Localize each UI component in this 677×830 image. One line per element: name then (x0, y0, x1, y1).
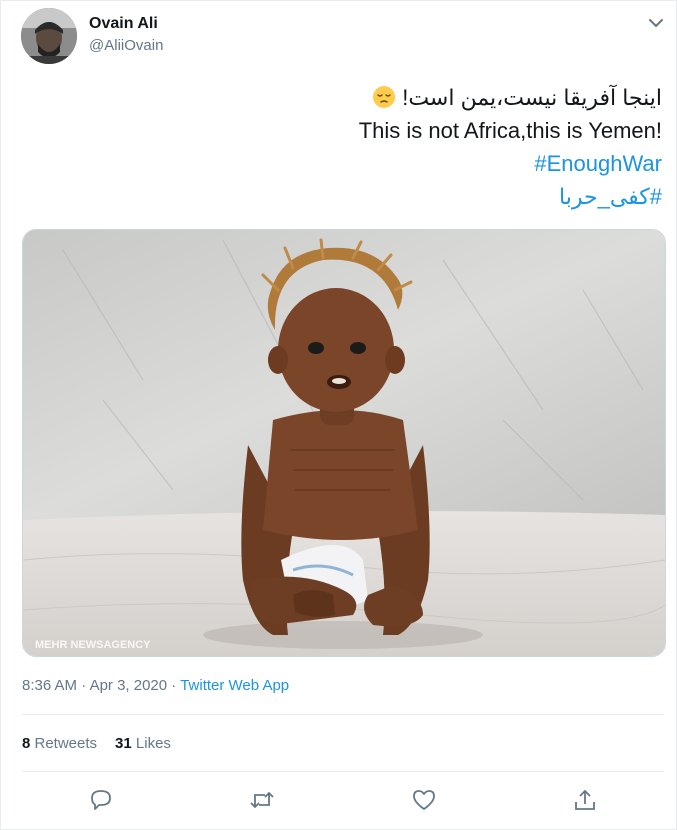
likes-count: 31 (115, 735, 132, 752)
hashtag-enoughwar[interactable]: #EnoughWar (359, 147, 662, 180)
tweet-source-link[interactable]: Twitter Web App (180, 677, 289, 694)
meta-separator-2: · (167, 677, 181, 694)
avatar[interactable] (21, 8, 77, 64)
tweet-photo[interactable]: MEHR NEWSAGENCY (22, 229, 666, 657)
tweet-line-persian-text: اینجا آفریقا نیست،یمن است! (402, 85, 662, 110)
divider-bottom (22, 771, 664, 772)
tweet-stats: 8 Retweets 31 Likes (22, 735, 171, 752)
divider-top (22, 714, 664, 715)
tweet-meta: 8:36 AM · Apr 3, 2020 · Twitter Web App (22, 677, 289, 694)
child-photo-image: MEHR NEWSAGENCY (23, 230, 665, 656)
tweet-text: اینجا آفریقا نیست،یمن است! This is not A… (359, 81, 662, 213)
avatar-photo-icon (21, 8, 77, 64)
reply-icon[interactable] (88, 787, 114, 813)
hashtag-arabic[interactable]: #کفی_حربا (359, 180, 662, 213)
retweets-label: Retweets (30, 735, 98, 752)
chevron-down-icon[interactable] (645, 13, 667, 33)
tweet-time[interactable]: 8:36 AM (22, 677, 77, 694)
tweet-line-english: This is not Africa,this is Yemen! (358, 118, 662, 143)
tweet-card: Ovain Ali @AliiOvain اینجا آفریقا نیست،ی… (0, 0, 677, 830)
author-handle[interactable]: @AliiOvain (89, 37, 163, 54)
tweet-date[interactable]: Apr 3, 2020 (90, 677, 168, 694)
tweet-line-persian: اینجا آفریقا نیست،یمن است! (359, 81, 662, 114)
author-name[interactable]: Ovain Ali (89, 15, 158, 33)
likes-stat[interactable]: 31 Likes (115, 735, 171, 752)
likes-label: Likes (131, 735, 171, 752)
media-watermark: MEHR NEWSAGENCY (35, 639, 151, 651)
retweets-stat[interactable]: 8 Retweets (22, 735, 97, 752)
share-icon[interactable] (572, 787, 598, 813)
pensive-face-icon (373, 86, 396, 108)
like-icon[interactable] (411, 787, 437, 813)
retweet-icon[interactable] (249, 787, 275, 813)
meta-separator: · (77, 677, 90, 694)
